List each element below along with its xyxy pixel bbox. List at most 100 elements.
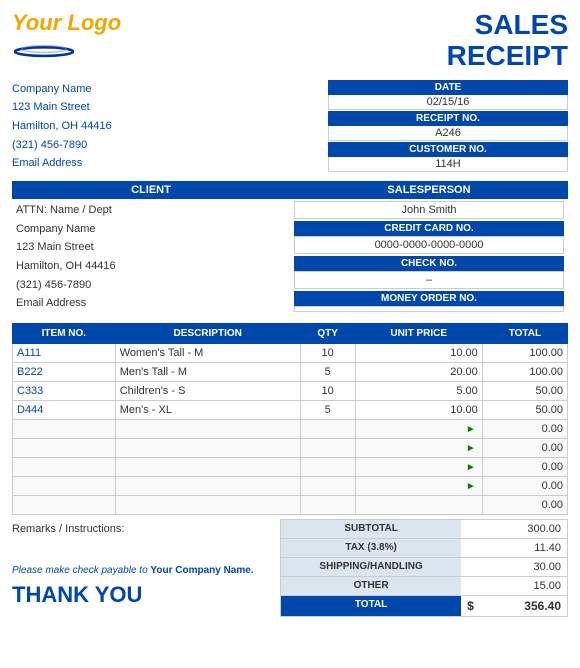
cell-qty-empty (300, 477, 355, 496)
salesperson-header: SALESPERSON (290, 181, 568, 199)
table-row-empty: ► 0.00 (13, 439, 568, 458)
client-email: Email Address (16, 294, 286, 313)
cell-description: Children's - S (115, 382, 300, 401)
company-email: Email Address (12, 154, 112, 173)
col-qty: QTY (300, 324, 355, 344)
cell-unit-price: 10.00 (355, 344, 482, 363)
header: Your Logo SALES RECEIPT (12, 10, 568, 72)
company-city: Hamilton, OH 44416 (12, 117, 112, 136)
cell-total-empty: 0.00 (482, 477, 567, 496)
green-arrow-icon: ► (466, 462, 476, 473)
cell-unit-price-empty: ► (355, 477, 482, 496)
left-bottom: Remarks / Instructions: Please make chec… (12, 519, 280, 608)
cell-total-empty: 0.00 (482, 496, 567, 515)
green-arrow-icon: ► (466, 424, 476, 435)
customer-no-label: CUSTOMER NO. (328, 142, 568, 157)
receipt-no-label: RECEIPT NO. (328, 111, 568, 126)
col-unit-price: UNIT PRICE (355, 324, 482, 344)
total-label: TOTAL (281, 596, 461, 616)
cell-description: Men's - XL (115, 401, 300, 420)
shipping-label: SHIPPING/HANDLING (281, 558, 461, 576)
other-row: OTHER 15.00 (280, 577, 568, 596)
table-row-empty: 0.00 (13, 496, 568, 515)
cell-qty: 5 (300, 401, 355, 420)
cell-unit-price-empty: ► (355, 420, 482, 439)
salesperson-info: John Smith CREDIT CARD NO. 0000-0000-000… (290, 199, 568, 314)
cell-total: 50.00 (482, 401, 567, 420)
cell-description: Women's Tall - M (115, 344, 300, 363)
cell-unit-price-empty: ► (355, 439, 482, 458)
bottom-section: Remarks / Instructions: Please make chec… (12, 519, 568, 617)
subtotal-label: SUBTOTAL (281, 520, 461, 538)
check-no-label: CHECK NO. (294, 256, 564, 271)
date-row: DATE 02/15/16 (328, 80, 568, 110)
check-payable-company: Your Company Name. (150, 565, 253, 576)
cell-item-no: A111 (13, 344, 116, 363)
shipping-row: SHIPPING/HANDLING 30.00 (280, 558, 568, 577)
logo-swoosh-icon (14, 40, 74, 58)
company-name: Company Name (12, 80, 112, 99)
other-label: OTHER (281, 577, 461, 595)
cell-qty-empty (300, 496, 355, 515)
client-header: CLIENT (12, 181, 290, 199)
client-city: Hamilton, OH 44416 (16, 257, 286, 276)
cell-qty-empty (300, 458, 355, 477)
cell-total: 50.00 (482, 382, 567, 401)
receipt-no-row: RECEIPT NO. A246 (328, 111, 568, 141)
tax-label: TAX (3.8%) (281, 539, 461, 557)
client-name: Company Name (16, 220, 286, 239)
client-attn: ATTN: Name / Dept (16, 201, 286, 220)
tax-row: TAX (3.8%) 11.40 (280, 539, 568, 558)
subtotal-row: SUBTOTAL 300.00 (280, 519, 568, 539)
cell-description-empty (115, 439, 300, 458)
cell-description-empty (115, 458, 300, 477)
cell-item-no: B222 (13, 363, 116, 382)
client-street: 123 Main Street (16, 238, 286, 257)
date-label: DATE (328, 80, 568, 95)
date-value: 02/15/16 (328, 95, 568, 110)
client-salesperson-section: CLIENT ATTN: Name / Dept Company Name 12… (12, 181, 568, 315)
cell-description: Men's Tall - M (115, 363, 300, 382)
items-table: ITEM NO. DESCRIPTION QTY UNIT PRICE TOTA… (12, 323, 568, 515)
table-row: C333 Children's - S 10 5.00 50.00 (13, 382, 568, 401)
col-total: TOTAL (482, 324, 567, 344)
salesperson-name: John Smith (294, 201, 564, 219)
cell-unit-price-empty: ► (355, 458, 482, 477)
total-value: $ 356.40 (461, 596, 567, 616)
title-area: SALES RECEIPT (447, 10, 568, 72)
info-section: Company Name 123 Main Street Hamilton, O… (12, 80, 568, 173)
cell-unit-price: 10.00 (355, 401, 482, 420)
cell-item-no-empty (13, 458, 116, 477)
cell-total: 100.00 (482, 363, 567, 382)
cell-qty: 10 (300, 382, 355, 401)
col-description: DESCRIPTION (115, 324, 300, 344)
cell-unit-price-empty (355, 496, 482, 515)
green-arrow-icon: ► (466, 443, 476, 454)
summary-table: SUBTOTAL 300.00 TAX (3.8%) 11.40 SHIPPIN… (280, 519, 568, 617)
check-payable-text: Please make check payable to (12, 565, 148, 576)
dollar-sign: $ (467, 599, 474, 613)
table-row-empty: ► 0.00 (13, 477, 568, 496)
table-row: A111 Women's Tall - M 10 10.00 100.00 (13, 344, 568, 363)
receipt-no-value: A246 (328, 126, 568, 141)
page: Your Logo SALES RECEIPT Company Name 123… (0, 0, 580, 627)
client-info: ATTN: Name / Dept Company Name 123 Main … (12, 199, 290, 315)
cell-unit-price: 5.00 (355, 382, 482, 401)
cell-qty: 5 (300, 363, 355, 382)
cell-description-empty (115, 420, 300, 439)
col-item-no: ITEM NO. (13, 324, 116, 344)
customer-no-value: 114H (328, 157, 568, 172)
credit-card-label: CREDIT CARD NO. (294, 221, 564, 236)
cell-item-no-empty (13, 496, 116, 515)
table-header-row: ITEM NO. DESCRIPTION QTY UNIT PRICE TOTA… (13, 324, 568, 344)
cell-description-empty (115, 496, 300, 515)
total-row: TOTAL $ 356.40 (280, 596, 568, 617)
other-value: 15.00 (461, 577, 567, 595)
sales-receipt-title: SALES RECEIPT (447, 10, 568, 72)
cell-item-no-empty (13, 477, 116, 496)
tax-value: 11.40 (461, 539, 567, 557)
salesperson-box: SALESPERSON John Smith CREDIT CARD NO. 0… (290, 181, 568, 315)
credit-card-value: 0000-0000-0000-0000 (294, 236, 564, 254)
company-street: 123 Main Street (12, 98, 112, 117)
cell-total-empty: 0.00 (482, 420, 567, 439)
